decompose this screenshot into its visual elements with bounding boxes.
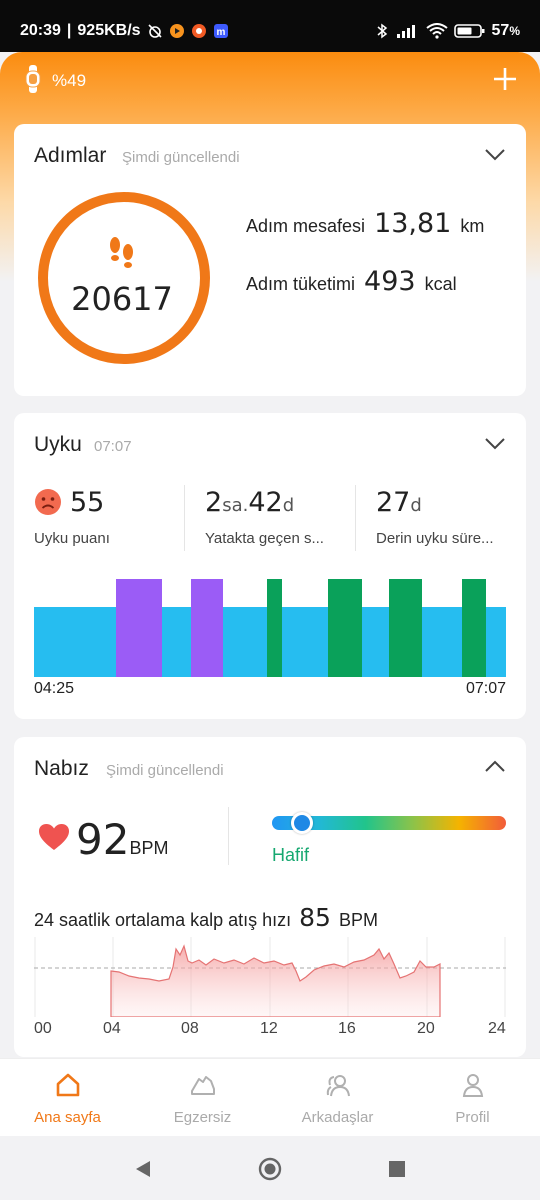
alarm-off-icon bbox=[147, 24, 162, 38]
calories-label: Adım tüketimi bbox=[246, 274, 356, 294]
signal-icon bbox=[396, 25, 415, 38]
chevron-down-icon[interactable] bbox=[484, 437, 506, 451]
profile-icon bbox=[462, 1074, 483, 1097]
tab-home[interactable]: Ana sayfa bbox=[0, 1059, 135, 1137]
add-icon[interactable] bbox=[492, 66, 518, 92]
tab-label: Ana sayfa bbox=[34, 1109, 101, 1126]
heart-title: Nabız bbox=[34, 757, 89, 780]
battery-icon bbox=[453, 24, 485, 38]
sleep-title: Uyku bbox=[34, 433, 82, 456]
system-nav-bar bbox=[0, 1136, 540, 1200]
distance-unit: km bbox=[460, 216, 485, 236]
sleep-time: 07:07 bbox=[94, 438, 132, 455]
avg-heart-rate: 24 saatlik ortalama kalp atış hızı 85 BP… bbox=[34, 903, 378, 932]
divider bbox=[355, 485, 356, 551]
home-icon bbox=[56, 1073, 79, 1097]
deep-sleep-label: Derin uyku süre... bbox=[376, 530, 494, 547]
bed-time-label: Yatakta geçen s... bbox=[205, 530, 324, 547]
steps-ring bbox=[38, 192, 210, 364]
tab-friends[interactable]: Arkadaşlar bbox=[270, 1059, 405, 1137]
sleep-stage-deep bbox=[267, 579, 282, 677]
steps-title: Adımlar bbox=[34, 144, 107, 167]
steps-distance: Adım mesafesi 13,81 km bbox=[246, 208, 484, 239]
heart-zone-indicator bbox=[291, 812, 314, 834]
sleep-stages-chart[interactable] bbox=[34, 579, 506, 677]
chevron-up-icon[interactable] bbox=[484, 759, 506, 773]
back-icon[interactable] bbox=[132, 1158, 154, 1180]
svg-text:m: m bbox=[216, 27, 225, 38]
x-tick: 12 bbox=[260, 1020, 278, 1037]
sleep-stage-deep bbox=[462, 579, 486, 677]
app-notification-icon bbox=[191, 24, 206, 38]
battery-percent: 57 bbox=[491, 22, 510, 39]
x-tick: 20 bbox=[417, 1020, 435, 1037]
chevron-down-icon[interactable] bbox=[484, 148, 506, 162]
sleep-start-time: 04:25 bbox=[34, 680, 75, 697]
tab-label: Egzersiz bbox=[173, 1109, 232, 1126]
sleep-stage-rem bbox=[191, 579, 223, 677]
app-notification-icon bbox=[169, 24, 184, 38]
sleep-score-value: 55 bbox=[70, 487, 105, 518]
steps-calories: Adım tüketimi 493 kcal bbox=[246, 266, 457, 297]
x-tick: 16 bbox=[338, 1020, 356, 1037]
divider bbox=[228, 807, 229, 865]
deep-sleep-value: 27d bbox=[376, 487, 422, 518]
wifi-icon bbox=[425, 23, 448, 39]
x-tick: 00 bbox=[34, 1020, 52, 1037]
friends-icon bbox=[326, 1075, 350, 1097]
shoe-icon bbox=[190, 1076, 215, 1095]
tab-workout[interactable]: Egzersiz bbox=[135, 1059, 270, 1137]
divider bbox=[184, 485, 185, 551]
steps-card[interactable]: Adımlar Şimdi güncellendi 20617 Adım mes… bbox=[14, 124, 526, 396]
heart-rate-card[interactable]: Nabız Şimdi güncellendi 92BPM Hafif 24 s… bbox=[14, 737, 526, 1057]
x-tick: 08 bbox=[181, 1020, 199, 1037]
heart-rate-area bbox=[110, 944, 441, 1017]
status-time: 20:39 bbox=[20, 22, 61, 39]
calories-unit: kcal bbox=[424, 274, 457, 294]
sleep-end-time: 07:07 bbox=[465, 680, 506, 697]
x-tick: 24 bbox=[488, 1020, 506, 1037]
band-battery: %49 bbox=[52, 71, 87, 90]
x-tick: 04 bbox=[103, 1020, 121, 1037]
bluetooth-icon bbox=[377, 23, 387, 39]
distance-label: Adım mesafesi bbox=[246, 216, 366, 236]
calories-value: 493 bbox=[364, 266, 416, 297]
heart-rate-chart[interactable] bbox=[34, 937, 506, 1017]
app-notification-icon: m bbox=[213, 24, 228, 38]
distance-value: 13,81 bbox=[374, 208, 452, 239]
tab-label: Profil bbox=[455, 1109, 490, 1126]
heart-subtitle: Şimdi güncellendi bbox=[106, 762, 224, 779]
tab-label: Arkadaşlar bbox=[301, 1109, 374, 1126]
band-icon[interactable] bbox=[24, 65, 42, 93]
sleep-stage-deep bbox=[389, 579, 422, 677]
top-bar: %49 bbox=[0, 52, 540, 108]
sleep-card[interactable]: Uyku 07:07 55 Uyku puanı 2sa.42d Yatakta… bbox=[14, 413, 526, 719]
tab-profile[interactable]: Profil bbox=[405, 1059, 540, 1137]
sleep-stage-rem bbox=[116, 579, 162, 677]
home-nav-icon[interactable] bbox=[258, 1157, 282, 1181]
recents-icon[interactable] bbox=[386, 1158, 408, 1180]
status-speed: 925KB/s bbox=[77, 22, 141, 39]
status-bar: 20:39 | 925KB/s m 57% bbox=[0, 0, 540, 52]
footsteps-icon bbox=[110, 237, 133, 268]
sleep-score-label: Uyku puanı bbox=[34, 530, 110, 547]
steps-count: 20617 bbox=[71, 280, 173, 318]
heart-zone-label: Hafif bbox=[272, 845, 310, 865]
bottom-tab-bar: Ana sayfa Egzersiz Arkadaşlar Profil bbox=[0, 1058, 540, 1137]
bed-time-value: 2sa.42d bbox=[205, 487, 295, 518]
sad-face-icon bbox=[35, 489, 61, 515]
sleep-stage-deep bbox=[328, 579, 362, 677]
current-bpm: 92BPM bbox=[76, 815, 169, 864]
heart-icon bbox=[39, 824, 69, 850]
steps-subtitle: Şimdi güncellendi bbox=[122, 149, 240, 166]
